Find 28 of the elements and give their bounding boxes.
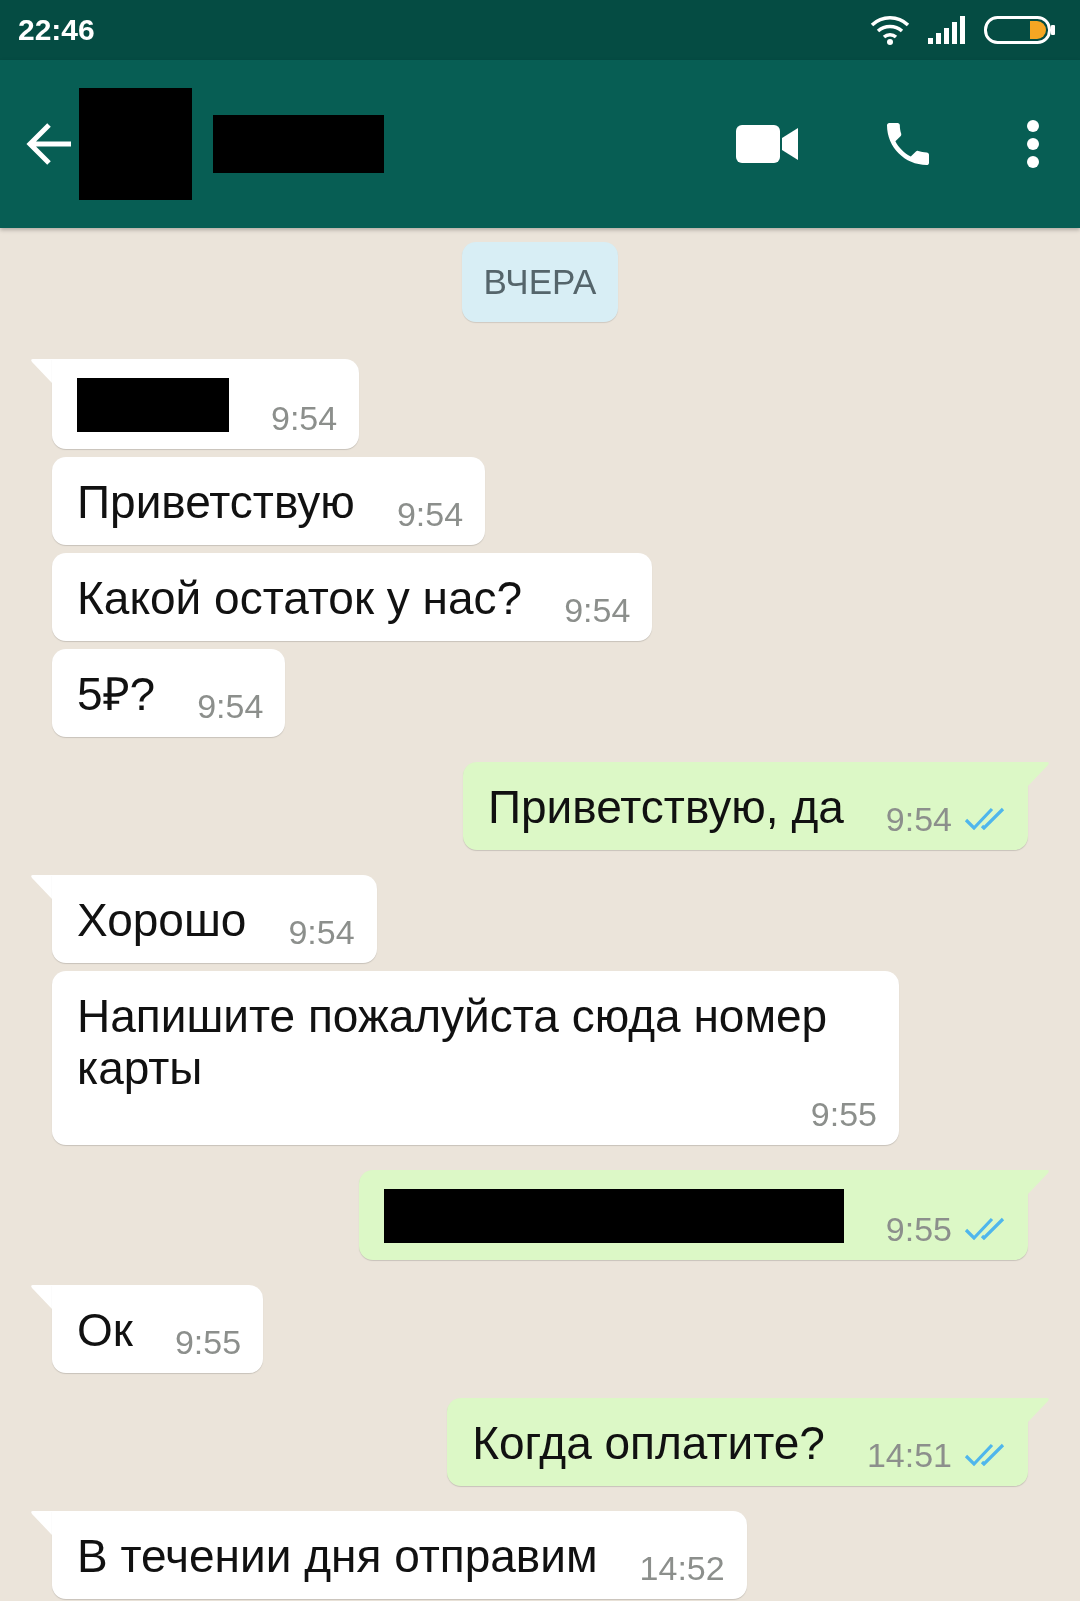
message-text: Когда оплатите? <box>472 1417 825 1469</box>
message-time: 9:54 <box>885 799 952 839</box>
message-time: 9:54 <box>288 912 355 952</box>
message-text: Какой остаток у нас? <box>77 572 523 624</box>
message-time: 14:51 <box>866 1435 952 1475</box>
date-chip: ВЧЕРА <box>461 242 619 322</box>
message-text: Напишите пожалуйста сюда номер карты <box>77 990 829 1094</box>
signal-icon <box>928 16 966 44</box>
wifi-icon <box>870 15 910 45</box>
message-time: 9:55 <box>810 1094 877 1134</box>
battery-icon <box>984 16 1056 44</box>
message-text: Приветствую <box>77 476 355 528</box>
message-text: Ок <box>77 1304 133 1356</box>
back-arrow-icon[interactable] <box>25 121 73 167</box>
message-time: 14:52 <box>639 1548 725 1588</box>
video-call-icon[interactable] <box>736 125 798 163</box>
message-time: 9:54 <box>271 398 338 438</box>
message-time: 9:54 <box>564 590 631 630</box>
message-text: В течении дня отправим <box>77 1530 598 1582</box>
message-time: 9:55 <box>174 1322 242 1362</box>
status-time: 22:46 <box>18 13 95 47</box>
message-text: 5₽? <box>77 668 156 720</box>
message-time: 9:54 <box>396 494 464 534</box>
message-text: Приветствую, да <box>487 781 844 833</box>
message-time: 9:54 <box>197 686 264 726</box>
message-time: 9:55 <box>885 1209 952 1249</box>
message-text: Хорошо <box>77 894 247 946</box>
more-options-icon[interactable] <box>1026 119 1040 169</box>
